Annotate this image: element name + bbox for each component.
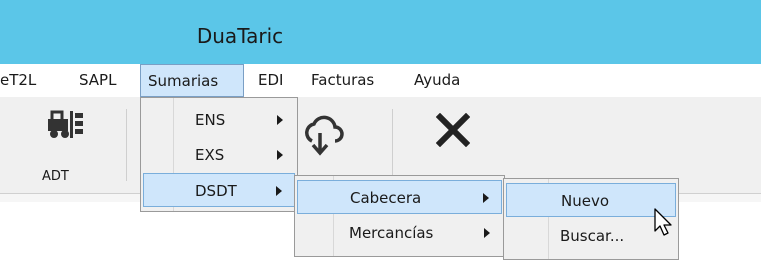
chevron-right-icon bbox=[277, 115, 283, 125]
forklift-icon bbox=[48, 110, 83, 138]
menu-item-cabecera[interactable]: Cabecera bbox=[297, 180, 502, 214]
chevron-right-icon bbox=[484, 228, 490, 238]
toolbar-label-adt: ADT bbox=[42, 169, 69, 184]
dsdt-submenu: Cabecera Mercancías bbox=[294, 175, 505, 257]
sumarias-menu: ENS EXS DSDT bbox=[140, 97, 298, 212]
chevron-right-icon bbox=[276, 186, 282, 196]
toolbar-separator bbox=[392, 109, 393, 181]
chevron-right-icon bbox=[277, 150, 283, 160]
chevron-right-icon bbox=[483, 193, 489, 203]
menu-item-label: Nuevo bbox=[561, 192, 610, 210]
menu-item-label: Cabecera bbox=[350, 189, 422, 207]
window-title: DuaTaric bbox=[196, 24, 284, 48]
menu-item-label: ENS bbox=[195, 111, 226, 129]
mouse-cursor-icon bbox=[654, 208, 672, 236]
menu-ayuda[interactable]: Ayuda bbox=[414, 64, 460, 97]
menu-sumarias[interactable]: Sumarias bbox=[140, 64, 244, 97]
toolbar-button-adt[interactable]: ADT bbox=[20, 103, 110, 187]
menu-et2l[interactable]: eT2L bbox=[0, 64, 42, 97]
menu-item-label: Buscar... bbox=[560, 227, 625, 245]
menu-item-buscar[interactable]: Buscar... bbox=[506, 219, 676, 253]
close-icon bbox=[436, 113, 470, 147]
toolbar-separator bbox=[126, 109, 127, 181]
menu-item-label: DSDT bbox=[195, 182, 237, 200]
title-bar: DuaTaric bbox=[0, 0, 761, 64]
menu-edi[interactable]: EDI bbox=[258, 64, 283, 97]
menu-item-label: EXS bbox=[195, 146, 225, 164]
menu-item-mercancias[interactable]: Mercancías bbox=[297, 216, 502, 250]
menu-item-ens[interactable]: ENS bbox=[143, 103, 295, 137]
menu-item-exs[interactable]: EXS bbox=[143, 138, 295, 172]
menu-sapl[interactable]: SAPL bbox=[79, 64, 116, 97]
menu-item-dsdt[interactable]: DSDT bbox=[143, 173, 295, 207]
menu-item-label: Mercancías bbox=[349, 224, 434, 242]
cloud-download-icon bbox=[305, 115, 344, 156]
menu-bar: eT2L SAPL Sumarias EDI Facturas Ayuda bbox=[0, 64, 761, 97]
menu-facturas[interactable]: Facturas bbox=[311, 64, 374, 97]
menu-item-nuevo[interactable]: Nuevo bbox=[506, 183, 676, 217]
